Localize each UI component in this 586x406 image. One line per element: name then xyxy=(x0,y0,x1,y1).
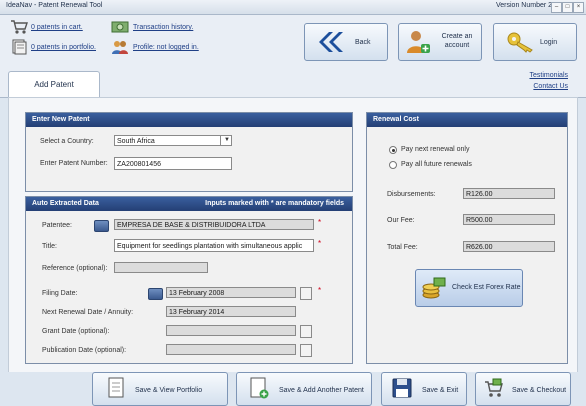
renewal-cost-panel: Renewal Cost Pay next renewal only Pay a… xyxy=(366,112,568,364)
country-select[interactable]: South Africa xyxy=(114,135,232,146)
save-view-portfolio-button[interactable]: Save & View Portfolio xyxy=(92,372,228,406)
auto-extracted-header: Auto Extracted Data Inputs marked with *… xyxy=(26,197,352,211)
create-label-line1: Create an xyxy=(441,33,473,40)
forex-button[interactable]: Check Est Forex Rate xyxy=(415,269,523,307)
save-view-label: Save & View Portfolio xyxy=(135,387,203,394)
patent-number-label: Enter Patent Number: xyxy=(40,160,108,167)
mandatory-star: * xyxy=(318,218,322,227)
option-next-label: Pay next renewal only xyxy=(401,146,470,153)
footer-toolbar: Save & View Portfolio Save & Add Another… xyxy=(0,372,586,406)
maximize-button[interactable]: □ xyxy=(562,2,573,13)
auto-extracted-panel: Auto Extracted Data Inputs marked with *… xyxy=(25,196,353,364)
new-patent-header: Enter New Patent xyxy=(26,113,352,127)
minimize-button[interactable]: – xyxy=(551,2,562,13)
our-fee-field: R500.00 xyxy=(463,214,555,225)
header: 0 patents in cart. 0 patents in portfoli… xyxy=(0,15,586,67)
coins-icon xyxy=(422,277,446,299)
portfolio-link[interactable]: 0 patents in portfolio. xyxy=(31,44,96,51)
create-label-line2: account xyxy=(444,42,470,49)
history-link[interactable]: Transaction history. xyxy=(133,24,193,31)
testimonials-link[interactable]: Testimonials xyxy=(529,72,568,79)
renewal-cost-header: Renewal Cost xyxy=(367,113,567,127)
title-bar: IdeaNav - Patent Renewal Tool Version Nu… xyxy=(0,0,586,15)
cart-link[interactable]: 0 patents in cart. xyxy=(31,24,83,31)
title-label: Title: xyxy=(42,243,57,250)
patentee-label: Patentee: xyxy=(42,222,72,229)
save-checkout-button[interactable]: Save & Checkout xyxy=(475,372,571,406)
main-content: Enter New Patent Select a Country: South… xyxy=(8,97,578,374)
save-add-another-button[interactable]: Save & Add Another Patent xyxy=(236,372,372,406)
calendar-icon[interactable] xyxy=(300,287,312,300)
mandatory-star: * xyxy=(318,286,322,295)
save-exit-button[interactable]: Save & Exit xyxy=(381,372,467,406)
reference-label: Reference (optional): xyxy=(42,265,108,272)
tab-strip: Add Patent Testimonials Contact Us xyxy=(0,67,586,98)
window-title: IdeaNav - Patent Renewal Tool xyxy=(6,2,103,9)
radio-all-renewals[interactable] xyxy=(389,161,397,169)
filing-date-label: Filing Date: xyxy=(42,290,78,297)
publication-date-field[interactable] xyxy=(166,344,296,355)
profile-link[interactable]: Profile: not logged in. xyxy=(133,44,199,51)
auto-extracted-title: Auto Extracted Data xyxy=(32,200,99,207)
radio-next-renewal[interactable] xyxy=(389,146,397,154)
back-button[interactable]: Back xyxy=(304,23,388,61)
grant-date-field[interactable] xyxy=(166,325,296,336)
close-button[interactable]: × xyxy=(573,2,584,13)
back-arrows-icon xyxy=(319,32,343,52)
forex-label: Check Est Forex Rate xyxy=(452,284,521,291)
publication-date-label: Publication Date (optional): xyxy=(42,347,127,354)
back-label: Back xyxy=(355,39,371,46)
grant-date-label: Grant Date (optional): xyxy=(42,328,110,335)
next-renewal-label: Next Renewal Date / Annuity: xyxy=(42,309,134,316)
save-exit-label: Save & Exit xyxy=(422,387,459,394)
option-all-label: Pay all future renewals xyxy=(401,161,472,168)
calendar-icon[interactable] xyxy=(300,325,312,338)
patentee-field[interactable]: EMPRESA DE BASE & DISTRIBUIDORA LTDA xyxy=(114,219,314,230)
contact-link[interactable]: Contact Us xyxy=(533,83,568,90)
save-add-label: Save & Add Another Patent xyxy=(279,387,364,394)
save-checkout-label: Save & Checkout xyxy=(512,387,567,394)
add-document-icon xyxy=(250,377,269,399)
document-icon xyxy=(108,377,124,398)
chevron-down-icon[interactable]: ▼ xyxy=(220,135,233,146)
cart-icon xyxy=(11,20,28,34)
total-fee-label: Total Fee: xyxy=(387,244,418,251)
portfolio-icon xyxy=(12,39,27,55)
login-label: Login xyxy=(540,39,558,46)
disbursements-label: Disbursements: xyxy=(387,191,436,198)
country-label: Select a Country: xyxy=(40,138,94,145)
reference-field[interactable] xyxy=(114,262,208,273)
title-field[interactable]: Equipment for seedlings plantation with … xyxy=(114,239,314,252)
mandatory-star: * xyxy=(318,239,322,248)
info-icon[interactable] xyxy=(94,220,109,232)
disbursements-field: R126.00 xyxy=(463,188,555,199)
users-icon xyxy=(112,41,128,54)
key-icon xyxy=(507,32,533,53)
patent-number-input[interactable]: ZA200801456 xyxy=(114,157,232,170)
total-fee-field: R626.00 xyxy=(463,241,555,252)
filing-date-field[interactable]: 13 February 2008 xyxy=(166,287,296,298)
mandatory-note: Inputs marked with * are mandatory field… xyxy=(205,200,344,207)
login-button[interactable]: Login xyxy=(493,23,577,61)
checkout-cart-icon xyxy=(485,378,503,397)
add-user-icon xyxy=(407,31,430,53)
info-icon[interactable] xyxy=(148,288,163,300)
create-account-button[interactable]: Create an account xyxy=(398,23,482,61)
next-renewal-field: 13 February 2014 xyxy=(166,306,296,317)
calendar-icon[interactable] xyxy=(300,344,312,357)
money-icon xyxy=(111,21,129,33)
tab-add-patent[interactable]: Add Patent xyxy=(8,71,100,98)
country-value: South Africa xyxy=(117,138,155,145)
our-fee-label: Our Fee: xyxy=(387,217,415,224)
new-patent-panel: Enter New Patent Select a Country: South… xyxy=(25,112,353,192)
floppy-disk-icon xyxy=(392,378,412,398)
